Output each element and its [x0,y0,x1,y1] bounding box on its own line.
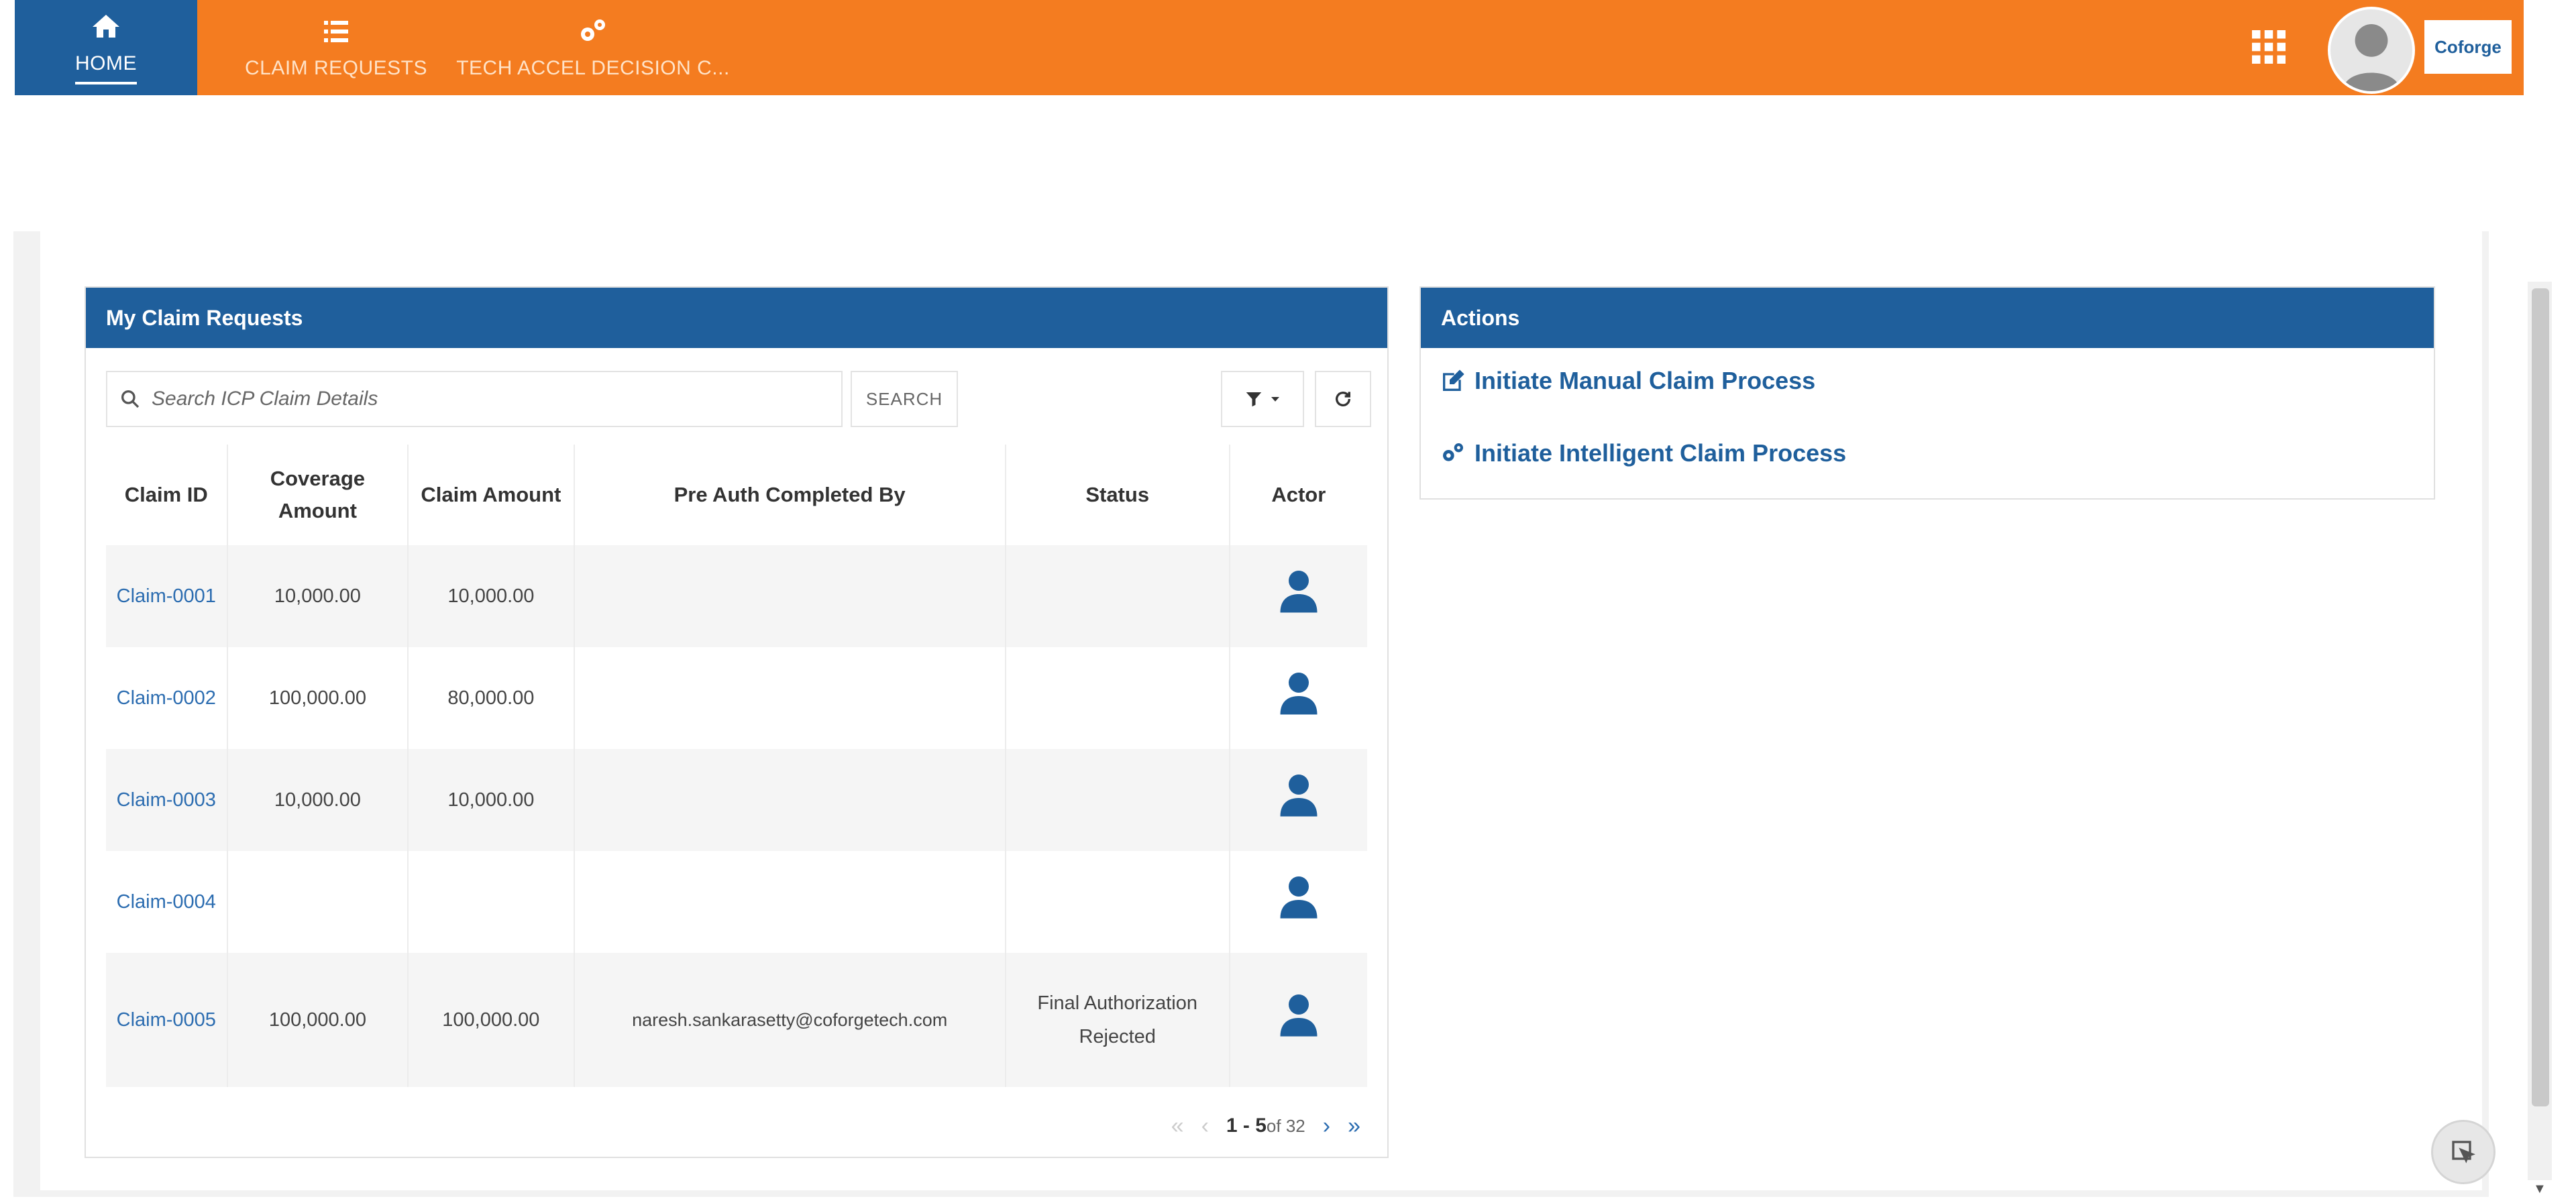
filter-button[interactable] [1221,371,1304,427]
refresh-icon [1336,392,1350,406]
apps-grid-icon[interactable] [2249,27,2289,67]
edit-icon [1443,369,1464,391]
table-row: Claim-0002 100,000.00 80,000.00 [106,647,1367,749]
user-avatar-icon [2343,23,2400,91]
column-header-coverage[interactable]: Coverage Amount [227,445,409,545]
column-header-claim-amount[interactable]: Claim Amount [408,445,575,545]
scroll-down-icon[interactable]: ▼ [2533,1182,2546,1197]
nav-claim-requests[interactable]: CLAIM REQUESTS [215,0,458,95]
status-cell [1005,851,1230,953]
claim-amount-cell: 10,000.00 [408,545,575,647]
table-row: Claim-0001 10,000.00 10,000.00 [106,545,1367,647]
nav-tech-accel-label: TECH ACCEL DECISION C... [456,57,730,79]
nav-claim-requests-label: CLAIM REQUESTS [244,57,428,79]
scrollbar-thumb[interactable] [2532,288,2549,1106]
actor-cell[interactable] [1230,749,1367,851]
caret-down-icon [1271,397,1279,402]
status-cell [1005,545,1230,647]
claim-amount-cell: 10,000.00 [408,749,575,851]
search-input[interactable] [150,387,824,411]
actor-cell[interactable] [1230,545,1367,647]
select-cursor-icon [2452,1141,2475,1163]
claims-table: Claim ID Coverage Amount Claim Amount Pr… [106,445,1367,1087]
column-header-pre-auth[interactable]: Pre Auth Completed By [574,445,1006,545]
refresh-button[interactable] [1315,371,1371,427]
pager-total: of 32 [1266,1116,1305,1136]
panel-title: My Claim Requests [86,288,1387,348]
initiate-intelligent-claim-label: Initiate Intelligent Claim Process [1474,439,1847,467]
actions-panel: Actions Initiate Manual Claim Process In… [1419,286,2435,500]
claim-amount-cell: 100,000.00 [408,953,575,1087]
person-icon[interactable] [1279,671,1319,715]
home-icon [93,15,119,38]
floating-action-button[interactable] [2431,1120,2496,1184]
search-box[interactable] [106,371,843,427]
person-icon[interactable] [1279,772,1319,817]
claim-amount-cell [408,851,575,953]
claim-amount-cell: 80,000.00 [408,647,575,749]
actor-cell[interactable] [1230,647,1367,749]
column-header-status[interactable]: Status [1005,445,1230,545]
column-header-actor[interactable]: Actor [1230,445,1367,545]
table-row: Claim-0005 100,000.00 100,000.00 naresh.… [106,953,1367,1087]
last-page-icon[interactable]: » [1348,1113,1360,1139]
pre-auth-cell [574,647,1006,749]
pre-auth-cell [574,749,1006,851]
coverage-cell: 100,000.00 [227,647,409,749]
list-icon [324,21,348,42]
initiate-manual-claim-label: Initiate Manual Claim Process [1474,367,1816,394]
column-header-claim-id[interactable]: Claim ID [106,445,228,545]
table-row: Claim-0003 10,000.00 10,000.00 [106,749,1367,851]
coverage-cell: 10,000.00 [227,545,409,647]
next-page-icon[interactable]: › [1323,1113,1330,1139]
coverage-cell: 10,000.00 [227,749,409,851]
panel-title: Actions [1421,288,2434,348]
top-navbar: HOME CLAIM REQUESTS TECH ACCEL DECISION … [15,0,2524,95]
pagination: « ‹ 1 - 5of 32 › » [1025,1106,1360,1146]
pre-auth-cell [574,545,1006,647]
claim-id-link[interactable]: Claim-0002 [117,687,216,709]
nav-home[interactable]: HOME [15,0,197,95]
brand-logo-text: Coforge [2434,36,2502,57]
claim-id-link[interactable]: Claim-0004 [117,891,216,913]
initiate-manual-claim-link[interactable]: Initiate Manual Claim Process [1440,367,1815,395]
person-icon[interactable] [1279,874,1319,919]
filter-icon [1246,392,1262,407]
nav-tech-accel[interactable]: TECH ACCEL DECISION C... [439,0,747,95]
brand-logo: Coforge [2424,20,2512,74]
table-row: Claim-0004 [106,851,1367,953]
initiate-intelligent-claim-link[interactable]: Initiate Intelligent Claim Process [1440,439,1846,467]
pager-range: 1 - 5 [1226,1114,1267,1137]
claim-id-link[interactable]: Claim-0003 [117,789,216,811]
person-icon[interactable] [1279,992,1319,1037]
actor-cell[interactable] [1230,953,1367,1087]
status-cell [1005,749,1230,851]
cog-icon [1443,443,1463,461]
person-icon[interactable] [1279,569,1319,613]
first-page-icon[interactable]: « [1171,1113,1184,1139]
status-cell: Final Authorization Rejected [1005,953,1230,1087]
my-claim-requests-panel: My Claim Requests SEARCH Claim ID Covera… [85,286,1389,1158]
pre-auth-cell [574,851,1006,953]
coverage-cell: 100,000.00 [227,953,409,1087]
claim-id-link[interactable]: Claim-0001 [117,585,216,607]
actor-cell[interactable] [1230,851,1367,953]
prev-page-icon[interactable]: ‹ [1201,1113,1209,1139]
search-icon [121,390,140,408]
nav-home-label: HOME [75,52,137,84]
cogs-icon [581,19,605,41]
coverage-cell [227,851,409,953]
pre-auth-cell: naresh.sankarasetty@coforgetech.com [574,953,1006,1087]
claim-id-link[interactable]: Claim-0005 [117,1009,216,1031]
search-button[interactable]: SEARCH [851,371,958,427]
user-avatar[interactable] [2328,7,2415,94]
status-cell [1005,647,1230,749]
